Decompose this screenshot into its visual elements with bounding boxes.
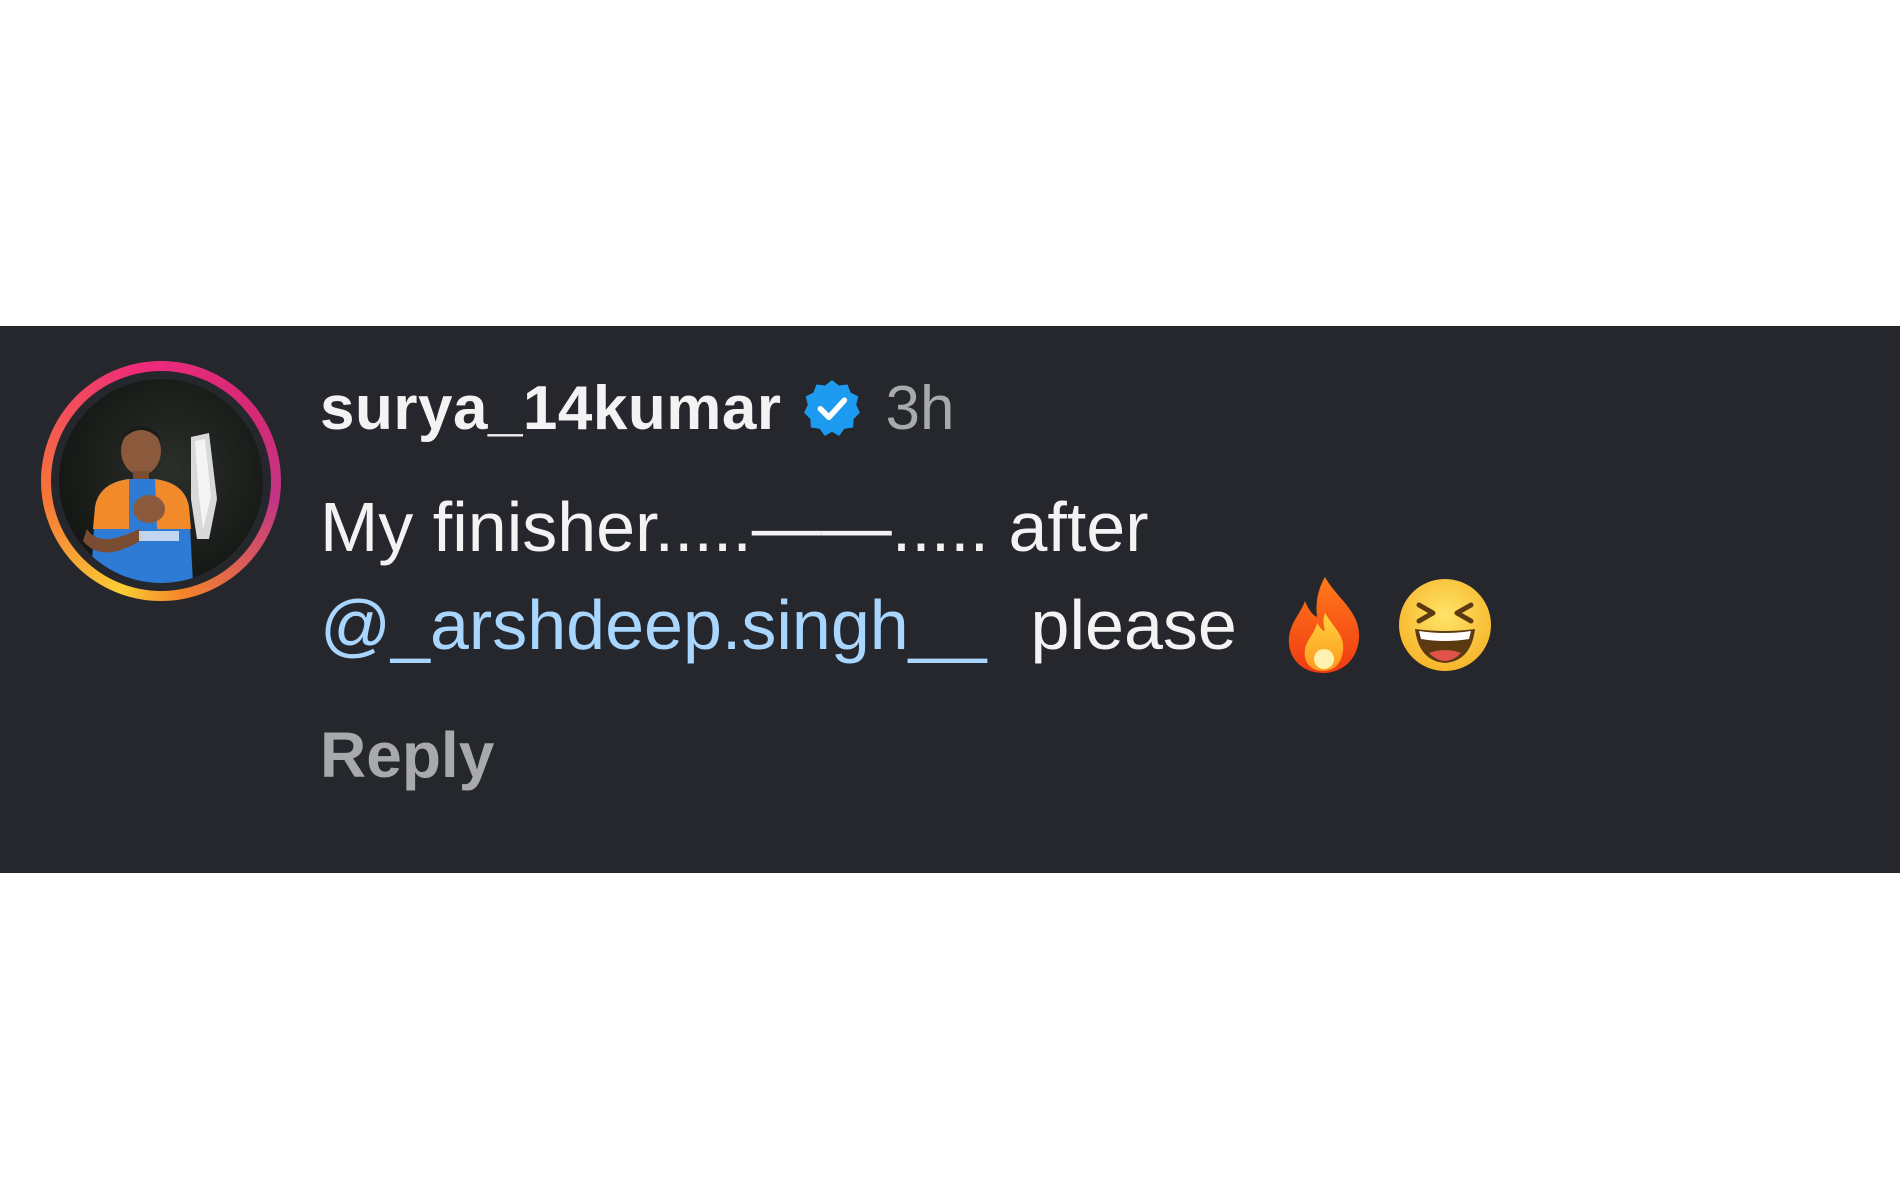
comment-text-line: My finisher.....——..... after — [320, 478, 1840, 576]
story-ring[interactable] — [41, 361, 281, 601]
grinning-squinting-face-icon — [1398, 579, 1491, 671]
comment-header: surya_14kumar 3h — [320, 368, 954, 448]
comment-timestamp: 3h — [885, 373, 955, 443]
verified-badge-icon — [804, 380, 861, 436]
username-link[interactable]: surya_14kumar — [320, 373, 781, 444]
avatar[interactable] — [59, 379, 263, 583]
page: surya_14kumar 3h My finisher.....——.....… — [0, 0, 1900, 1200]
reply-button[interactable]: Reply — [320, 718, 494, 792]
comment-body: My finisher.....——..... after @_arshdeep… — [320, 478, 1840, 674]
fire-emoji-icon — [1288, 577, 1359, 673]
avatar-photo — [83, 426, 217, 583]
mention-link[interactable]: @_arshdeep.singh__ — [320, 576, 987, 674]
comment-text: please — [1030, 586, 1237, 664]
comment-text: My finisher.....——..... after — [320, 488, 1149, 566]
comment-text-line: @_arshdeep.singh__ please — [320, 576, 1840, 674]
